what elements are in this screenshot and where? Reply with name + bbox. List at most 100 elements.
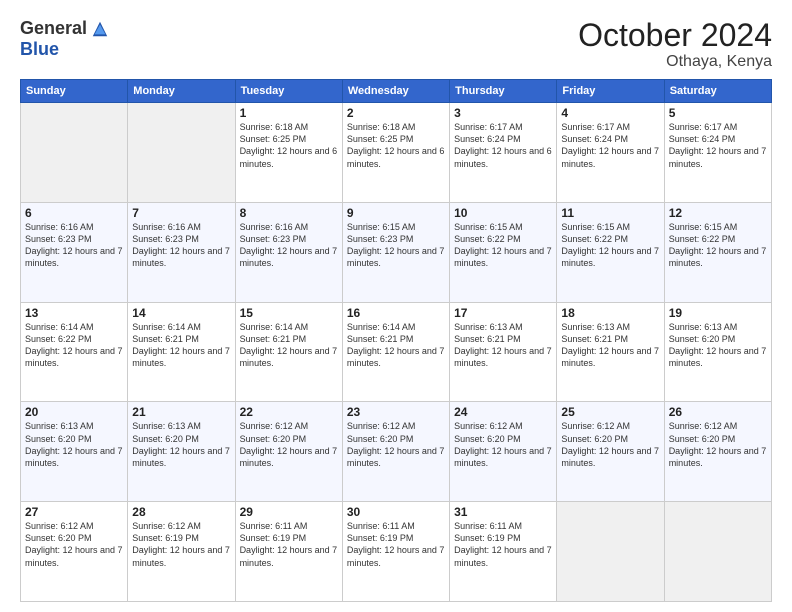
- day-number: 28: [132, 505, 230, 519]
- col-thursday: Thursday: [450, 80, 557, 103]
- table-cell: 1Sunrise: 6:18 AM Sunset: 6:25 PM Daylig…: [235, 103, 342, 203]
- table-cell: 18Sunrise: 6:13 AM Sunset: 6:21 PM Dayli…: [557, 302, 664, 402]
- day-number: 1: [240, 106, 338, 120]
- day-info: Sunrise: 6:12 AM Sunset: 6:20 PM Dayligh…: [347, 420, 445, 469]
- title-block: October 2024 Othaya, Kenya: [578, 18, 772, 71]
- table-cell: 6Sunrise: 6:16 AM Sunset: 6:23 PM Daylig…: [21, 202, 128, 302]
- header: General Blue October 2024 Othaya, Kenya: [20, 18, 772, 71]
- day-info: Sunrise: 6:14 AM Sunset: 6:21 PM Dayligh…: [240, 321, 338, 370]
- day-number: 4: [561, 106, 659, 120]
- day-info: Sunrise: 6:18 AM Sunset: 6:25 PM Dayligh…: [240, 121, 338, 170]
- table-cell: 24Sunrise: 6:12 AM Sunset: 6:20 PM Dayli…: [450, 402, 557, 502]
- day-number: 16: [347, 306, 445, 320]
- day-info: Sunrise: 6:15 AM Sunset: 6:22 PM Dayligh…: [561, 221, 659, 270]
- table-cell: 4Sunrise: 6:17 AM Sunset: 6:24 PM Daylig…: [557, 103, 664, 203]
- day-info: Sunrise: 6:13 AM Sunset: 6:20 PM Dayligh…: [25, 420, 123, 469]
- day-info: Sunrise: 6:12 AM Sunset: 6:20 PM Dayligh…: [25, 520, 123, 569]
- day-number: 9: [347, 206, 445, 220]
- table-cell: 12Sunrise: 6:15 AM Sunset: 6:22 PM Dayli…: [664, 202, 771, 302]
- month-title: October 2024: [578, 18, 772, 53]
- calendar-table: Sunday Monday Tuesday Wednesday Thursday…: [20, 79, 772, 602]
- page: General Blue October 2024 Othaya, Kenya …: [0, 0, 792, 612]
- table-cell: 9Sunrise: 6:15 AM Sunset: 6:23 PM Daylig…: [342, 202, 449, 302]
- day-info: Sunrise: 6:14 AM Sunset: 6:22 PM Dayligh…: [25, 321, 123, 370]
- table-cell: 3Sunrise: 6:17 AM Sunset: 6:24 PM Daylig…: [450, 103, 557, 203]
- day-number: 6: [25, 206, 123, 220]
- day-info: Sunrise: 6:15 AM Sunset: 6:22 PM Dayligh…: [669, 221, 767, 270]
- logo: General Blue: [20, 18, 109, 60]
- table-cell: 10Sunrise: 6:15 AM Sunset: 6:22 PM Dayli…: [450, 202, 557, 302]
- day-number: 23: [347, 405, 445, 419]
- day-number: 12: [669, 206, 767, 220]
- day-info: Sunrise: 6:16 AM Sunset: 6:23 PM Dayligh…: [240, 221, 338, 270]
- table-cell: 20Sunrise: 6:13 AM Sunset: 6:20 PM Dayli…: [21, 402, 128, 502]
- table-cell: 28Sunrise: 6:12 AM Sunset: 6:19 PM Dayli…: [128, 502, 235, 602]
- day-info: Sunrise: 6:12 AM Sunset: 6:19 PM Dayligh…: [132, 520, 230, 569]
- calendar-week-4: 20Sunrise: 6:13 AM Sunset: 6:20 PM Dayli…: [21, 402, 772, 502]
- day-info: Sunrise: 6:16 AM Sunset: 6:23 PM Dayligh…: [25, 221, 123, 270]
- location: Othaya, Kenya: [578, 53, 772, 71]
- table-cell: 8Sunrise: 6:16 AM Sunset: 6:23 PM Daylig…: [235, 202, 342, 302]
- day-number: 26: [669, 405, 767, 419]
- table-cell: 2Sunrise: 6:18 AM Sunset: 6:25 PM Daylig…: [342, 103, 449, 203]
- day-number: 24: [454, 405, 552, 419]
- day-info: Sunrise: 6:12 AM Sunset: 6:20 PM Dayligh…: [454, 420, 552, 469]
- day-number: 25: [561, 405, 659, 419]
- table-cell: 27Sunrise: 6:12 AM Sunset: 6:20 PM Dayli…: [21, 502, 128, 602]
- logo-blue-text: Blue: [20, 39, 59, 59]
- table-cell: 14Sunrise: 6:14 AM Sunset: 6:21 PM Dayli…: [128, 302, 235, 402]
- day-number: 17: [454, 306, 552, 320]
- day-info: Sunrise: 6:17 AM Sunset: 6:24 PM Dayligh…: [669, 121, 767, 170]
- table-cell: 15Sunrise: 6:14 AM Sunset: 6:21 PM Dayli…: [235, 302, 342, 402]
- day-info: Sunrise: 6:12 AM Sunset: 6:20 PM Dayligh…: [669, 420, 767, 469]
- day-info: Sunrise: 6:17 AM Sunset: 6:24 PM Dayligh…: [561, 121, 659, 170]
- day-info: Sunrise: 6:12 AM Sunset: 6:20 PM Dayligh…: [561, 420, 659, 469]
- day-number: 7: [132, 206, 230, 220]
- table-cell: 23Sunrise: 6:12 AM Sunset: 6:20 PM Dayli…: [342, 402, 449, 502]
- table-cell: 19Sunrise: 6:13 AM Sunset: 6:20 PM Dayli…: [664, 302, 771, 402]
- day-info: Sunrise: 6:15 AM Sunset: 6:22 PM Dayligh…: [454, 221, 552, 270]
- day-info: Sunrise: 6:11 AM Sunset: 6:19 PM Dayligh…: [240, 520, 338, 569]
- table-cell: 29Sunrise: 6:11 AM Sunset: 6:19 PM Dayli…: [235, 502, 342, 602]
- table-cell: [128, 103, 235, 203]
- calendar-header-row: Sunday Monday Tuesday Wednesday Thursday…: [21, 80, 772, 103]
- table-cell: 17Sunrise: 6:13 AM Sunset: 6:21 PM Dayli…: [450, 302, 557, 402]
- day-number: 8: [240, 206, 338, 220]
- day-info: Sunrise: 6:18 AM Sunset: 6:25 PM Dayligh…: [347, 121, 445, 170]
- day-number: 14: [132, 306, 230, 320]
- table-cell: 5Sunrise: 6:17 AM Sunset: 6:24 PM Daylig…: [664, 103, 771, 203]
- day-number: 15: [240, 306, 338, 320]
- table-cell: 22Sunrise: 6:12 AM Sunset: 6:20 PM Dayli…: [235, 402, 342, 502]
- day-info: Sunrise: 6:15 AM Sunset: 6:23 PM Dayligh…: [347, 221, 445, 270]
- table-cell: [21, 103, 128, 203]
- day-info: Sunrise: 6:16 AM Sunset: 6:23 PM Dayligh…: [132, 221, 230, 270]
- day-number: 5: [669, 106, 767, 120]
- day-info: Sunrise: 6:13 AM Sunset: 6:21 PM Dayligh…: [454, 321, 552, 370]
- col-tuesday: Tuesday: [235, 80, 342, 103]
- table-cell: [557, 502, 664, 602]
- calendar-week-3: 13Sunrise: 6:14 AM Sunset: 6:22 PM Dayli…: [21, 302, 772, 402]
- table-cell: 31Sunrise: 6:11 AM Sunset: 6:19 PM Dayli…: [450, 502, 557, 602]
- table-cell: 21Sunrise: 6:13 AM Sunset: 6:20 PM Dayli…: [128, 402, 235, 502]
- day-number: 22: [240, 405, 338, 419]
- day-number: 21: [132, 405, 230, 419]
- day-number: 31: [454, 505, 552, 519]
- table-cell: 11Sunrise: 6:15 AM Sunset: 6:22 PM Dayli…: [557, 202, 664, 302]
- day-number: 27: [25, 505, 123, 519]
- logo-general-text: General: [20, 18, 87, 39]
- table-cell: 16Sunrise: 6:14 AM Sunset: 6:21 PM Dayli…: [342, 302, 449, 402]
- day-info: Sunrise: 6:13 AM Sunset: 6:20 PM Dayligh…: [132, 420, 230, 469]
- col-saturday: Saturday: [664, 80, 771, 103]
- table-cell: 13Sunrise: 6:14 AM Sunset: 6:22 PM Dayli…: [21, 302, 128, 402]
- col-friday: Friday: [557, 80, 664, 103]
- day-info: Sunrise: 6:11 AM Sunset: 6:19 PM Dayligh…: [347, 520, 445, 569]
- day-number: 19: [669, 306, 767, 320]
- table-cell: [664, 502, 771, 602]
- day-info: Sunrise: 6:17 AM Sunset: 6:24 PM Dayligh…: [454, 121, 552, 170]
- day-number: 30: [347, 505, 445, 519]
- day-number: 2: [347, 106, 445, 120]
- day-info: Sunrise: 6:13 AM Sunset: 6:20 PM Dayligh…: [669, 321, 767, 370]
- table-cell: 7Sunrise: 6:16 AM Sunset: 6:23 PM Daylig…: [128, 202, 235, 302]
- day-number: 10: [454, 206, 552, 220]
- day-info: Sunrise: 6:13 AM Sunset: 6:21 PM Dayligh…: [561, 321, 659, 370]
